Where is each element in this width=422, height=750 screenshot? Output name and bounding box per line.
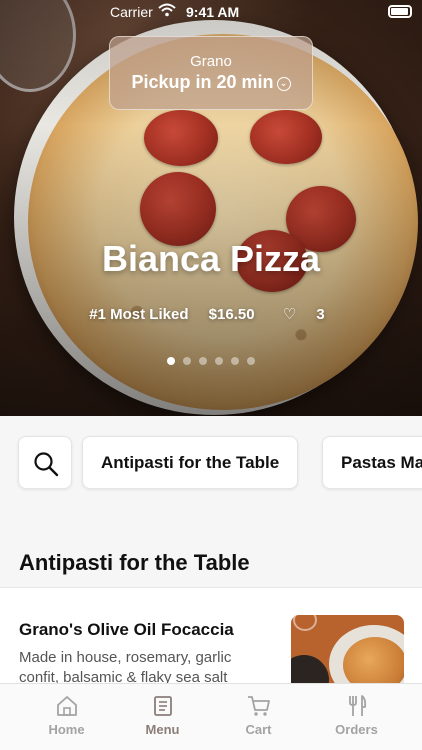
menu-book-icon: [153, 696, 172, 716]
tab-home[interactable]: Home: [14, 684, 119, 750]
carousel-dot[interactable]: [215, 357, 223, 365]
tab-home-label: Home: [48, 722, 85, 737]
category-bar[interactable]: Antipasti for the Table Pastas Ma: [0, 416, 422, 508]
menu-item[interactable]: Grano's Olive Oil Focaccia Made in house…: [0, 587, 422, 688]
carrier-label: Carrier: [110, 4, 153, 20]
carousel-dot[interactable]: [231, 357, 239, 365]
like-button[interactable]: ♡ 3: [275, 306, 333, 323]
section-title: Antipasti for the Table: [19, 550, 250, 575]
featured-hero[interactable]: Carrier 9:41 AM Grano Pickup in 20 min ⌄ …: [0, 0, 422, 416]
category-chip-antipasti[interactable]: Antipasti for the Table: [82, 436, 299, 489]
like-count: 3: [316, 306, 325, 323]
featured-dish-meta: #1 Most Liked $16.50 ♡ 3: [0, 305, 422, 323]
carousel-indicator[interactable]: [0, 352, 422, 370]
carousel-dot[interactable]: [167, 357, 175, 365]
cart-icon: [247, 696, 270, 716]
featured-price: $16.50: [208, 306, 255, 323]
clock-label: 9:41 AM: [186, 4, 240, 20]
home-icon: [56, 696, 77, 716]
menu-item-description: Made in house, rosemary, garlic confit, …: [19, 649, 232, 686]
heart-icon: ♡: [282, 306, 297, 323]
search-icon: [34, 452, 59, 477]
menu-item-photo: [291, 615, 404, 688]
fork-knife-icon: [348, 695, 366, 716]
carousel-dot[interactable]: [199, 357, 207, 365]
featured-badge: #1 Most Liked: [89, 306, 189, 323]
pickup-time-label: Pickup in 20 min: [131, 72, 274, 92]
store-name: Grano: [190, 53, 232, 70]
tab-bar: Home Menu Cart Orders: [0, 683, 422, 750]
search-button[interactable]: [18, 436, 72, 489]
status-bar: Carrier 9:41 AM: [0, 0, 422, 24]
tab-cart-label: Cart: [245, 722, 272, 737]
tab-menu-label: Menu: [145, 722, 180, 737]
chevron-down-icon: ⌄: [276, 77, 291, 91]
category-chip-pastas[interactable]: Pastas Ma: [322, 436, 422, 489]
pickup-selector-button[interactable]: Grano Pickup in 20 min ⌄: [109, 36, 313, 110]
carousel-dot[interactable]: [247, 357, 255, 365]
carousel-dot[interactable]: [183, 357, 191, 365]
menu-item-name: Grano's Olive Oil Focaccia: [19, 620, 234, 639]
battery-icon: [388, 5, 412, 18]
tab-cart[interactable]: Cart: [206, 684, 311, 750]
tab-orders-label: Orders: [335, 722, 378, 737]
tab-menu[interactable]: Menu: [110, 684, 215, 750]
tab-orders[interactable]: Orders: [304, 684, 409, 750]
wifi-icon: [158, 3, 176, 20]
featured-dish-title: Bianca Pizza: [101, 238, 321, 279]
